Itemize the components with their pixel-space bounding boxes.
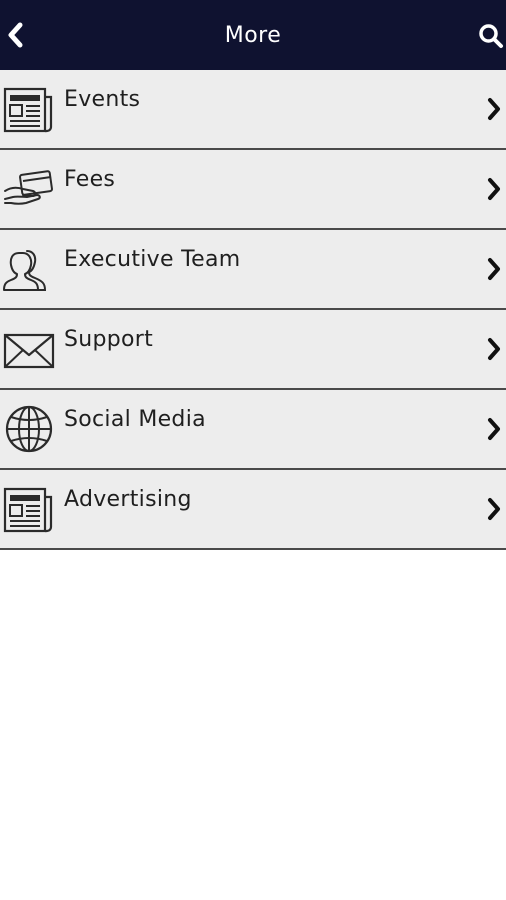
menu-item-support[interactable]: Support xyxy=(0,310,506,390)
search-icon xyxy=(479,24,503,48)
menu-item-executive-team[interactable]: Executive Team xyxy=(0,230,506,310)
top-bar: More xyxy=(0,0,506,70)
menu-item-fees[interactable]: Fees xyxy=(0,150,506,230)
newspaper-icon xyxy=(3,487,53,533)
menu-item-label: Advertising xyxy=(64,487,192,512)
chevron-right-icon xyxy=(488,258,500,280)
menu-item-label: Fees xyxy=(64,167,116,192)
menu-item-events[interactable]: Events xyxy=(0,70,506,150)
menu-item-label: Social Media xyxy=(64,407,206,432)
menu-item-advertising[interactable]: Advertising xyxy=(0,470,506,550)
people-icon xyxy=(3,250,47,291)
more-menu-list: Events Fees Executive Team Support Socia… xyxy=(0,70,506,550)
envelope-icon xyxy=(3,333,55,369)
menu-item-label: Executive Team xyxy=(64,247,241,272)
chevron-right-icon xyxy=(488,178,500,200)
newspaper-icon xyxy=(3,87,53,133)
page-title: More xyxy=(224,23,282,48)
menu-item-label: Support xyxy=(64,327,154,352)
chevron-right-icon xyxy=(488,498,500,520)
chevron-right-icon xyxy=(488,98,500,120)
globe-icon xyxy=(5,405,53,453)
menu-item-social-media[interactable]: Social Media xyxy=(0,390,506,470)
chevron-right-icon xyxy=(488,418,500,440)
card-hand-icon xyxy=(4,170,53,205)
chevron-right-icon xyxy=(488,338,500,360)
search-button[interactable] xyxy=(476,20,506,52)
menu-item-label: Events xyxy=(64,87,141,112)
